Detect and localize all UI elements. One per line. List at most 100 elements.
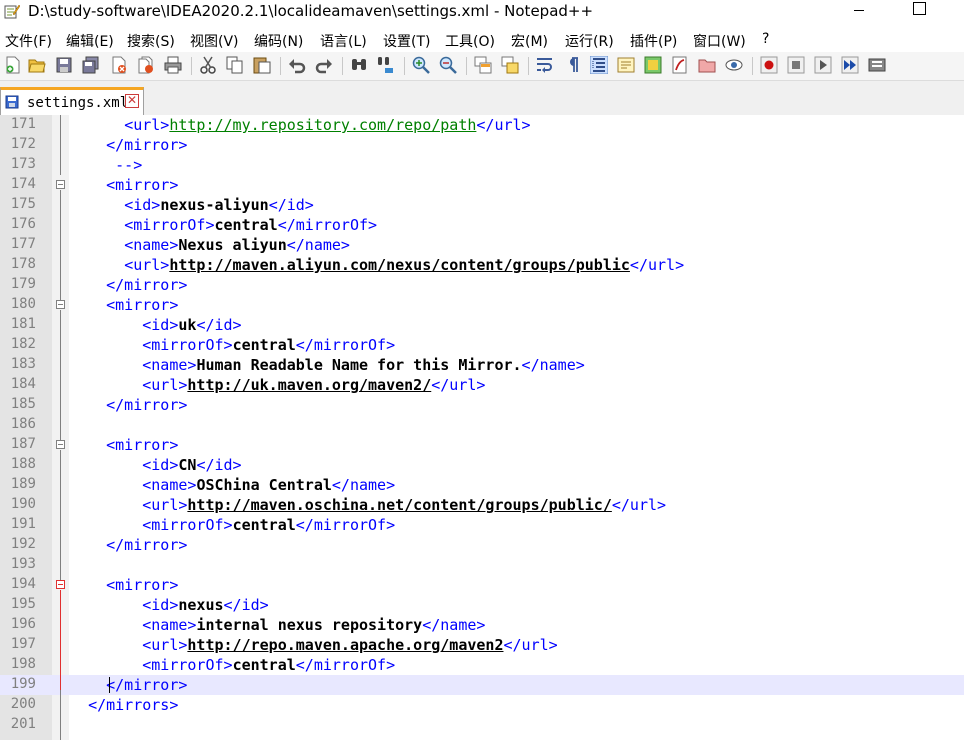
- code-line[interactable]: 197 <url>http://repo.maven.apache.org/ma…: [0, 635, 964, 655]
- code-line[interactable]: 183 <name>Human Readable Name for this M…: [0, 355, 964, 375]
- undo-icon[interactable]: [288, 56, 306, 74]
- code-line[interactable]: 173 -->: [0, 155, 964, 175]
- menu-edit[interactable]: 编辑(E): [66, 31, 114, 51]
- menu-file[interactable]: 文件(F): [5, 31, 52, 51]
- cut-icon[interactable]: [199, 56, 217, 74]
- find-icon[interactable]: [350, 56, 368, 74]
- code-line[interactable]: 193: [0, 555, 964, 575]
- menu-search[interactable]: 搜索(S): [127, 31, 175, 51]
- code-line[interactable]: 200 </mirrors>: [0, 695, 964, 715]
- sync-horizontal-icon[interactable]: [501, 56, 519, 74]
- code-line[interactable]: 178 <url>http://maven.aliyun.com/nexus/c…: [0, 255, 964, 275]
- url-link[interactable]: http://repo.maven.apache.org/maven2: [187, 636, 503, 654]
- close-all-icon[interactable]: [137, 56, 155, 74]
- menu-run[interactable]: 运行(R): [565, 31, 614, 51]
- code-line[interactable]: 199 </mirror>: [0, 675, 964, 695]
- code-line[interactable]: 192 </mirror>: [0, 535, 964, 555]
- menu-encoding[interactable]: 编码(N): [254, 31, 303, 51]
- menu-tools[interactable]: 工具(O): [445, 31, 495, 51]
- code-line[interactable]: 190 <url>http://maven.oschina.net/conten…: [0, 495, 964, 515]
- playback-icon[interactable]: [814, 56, 832, 74]
- paste-icon[interactable]: [253, 56, 271, 74]
- menu-plugins[interactable]: 插件(P): [630, 31, 677, 51]
- xml-value: internal nexus repository: [196, 616, 423, 634]
- code-line[interactable]: 196 <name>internal nexus repository</nam…: [0, 615, 964, 635]
- replace-icon[interactable]: [377, 56, 395, 74]
- save-icon[interactable]: [55, 56, 73, 74]
- zoom-in-icon[interactable]: [412, 56, 430, 74]
- code-line[interactable]: 201: [0, 715, 964, 735]
- menu-language[interactable]: 语言(L): [320, 31, 367, 51]
- new-file-icon[interactable]: [4, 56, 22, 74]
- code-text: <url>http://maven.aliyun.com/nexus/conte…: [70, 256, 684, 274]
- fold-collapse-icon[interactable]: [56, 580, 65, 589]
- code-line[interactable]: 188 <id>CN</id>: [0, 455, 964, 475]
- code-line[interactable]: 180 <mirror>: [0, 295, 964, 315]
- code-line[interactable]: 191 <mirrorOf>central</mirrorOf>: [0, 515, 964, 535]
- code-line[interactable]: 186: [0, 415, 964, 435]
- function-list-icon[interactable]: [644, 56, 662, 74]
- text-editor[interactable]: 171 <url>http://my.repository.com/repo/p…: [0, 115, 964, 740]
- code-line[interactable]: 189 <name>OSChina Central</name>: [0, 475, 964, 495]
- url-link[interactable]: http://my.repository.com/repo/path: [169, 116, 476, 134]
- tab-settings-xml[interactable]: settings.xml ✕: [0, 87, 144, 115]
- menu-macro[interactable]: 宏(M): [511, 31, 548, 51]
- redo-icon[interactable]: [315, 56, 333, 74]
- open-file-icon[interactable]: [28, 56, 46, 74]
- minimize-button[interactable]: [836, 0, 882, 26]
- close-icon[interactable]: [110, 56, 128, 74]
- code-line[interactable]: 194 <mirror>: [0, 575, 964, 595]
- menu-help[interactable]: ?: [762, 31, 769, 47]
- zoom-out-icon[interactable]: [439, 56, 457, 74]
- code-line[interactable]: 185 </mirror>: [0, 395, 964, 415]
- code-line[interactable]: 171 <url>http://my.repository.com/repo/p…: [0, 115, 964, 135]
- print-icon[interactable]: [164, 56, 182, 74]
- code-line[interactable]: 177 <name>Nexus aliyun</name>: [0, 235, 964, 255]
- line-number: 199: [10, 676, 36, 692]
- code-line[interactable]: 181 <id>uk</id>: [0, 315, 964, 335]
- save-all-icon[interactable]: [82, 56, 100, 74]
- fold-collapse-icon[interactable]: [56, 180, 65, 189]
- code-line[interactable]: 175 <id>nexus-aliyun</id>: [0, 195, 964, 215]
- stop-record-icon[interactable]: [787, 56, 805, 74]
- word-wrap-icon[interactable]: [536, 56, 554, 74]
- monitoring-icon[interactable]: [725, 56, 743, 74]
- xml-tag: <id>: [124, 196, 161, 214]
- code-line[interactable]: 187 <mirror>: [0, 435, 964, 455]
- fold-collapse-icon[interactable]: [56, 440, 65, 449]
- document-map-icon[interactable]: [617, 56, 635, 74]
- code-line[interactable]: 198 <mirrorOf>central</mirrorOf>: [0, 655, 964, 675]
- menu-window[interactable]: 窗口(W): [693, 31, 746, 51]
- run-multiple-icon[interactable]: [841, 56, 859, 74]
- fold-collapse-icon[interactable]: [56, 300, 65, 309]
- show-all-chars-icon[interactable]: [563, 56, 581, 74]
- code-line[interactable]: 195 <id>nexus</id>: [0, 595, 964, 615]
- url-link[interactable]: http://maven.aliyun.com/nexus/content/gr…: [169, 256, 630, 274]
- url-link[interactable]: http://maven.oschina.net/content/groups/…: [187, 496, 611, 514]
- xml-tag: </url>: [629, 256, 685, 274]
- maximize-button[interactable]: [896, 0, 942, 26]
- record-macro-icon[interactable]: [760, 56, 778, 74]
- copy-icon[interactable]: [226, 56, 244, 74]
- code-line[interactable]: 174 <mirror>: [0, 175, 964, 195]
- tab-close-icon[interactable]: ✕: [125, 94, 139, 108]
- xml-value: central: [232, 516, 296, 534]
- code-line[interactable]: 182 <mirrorOf>central</mirrorOf>: [0, 335, 964, 355]
- xml-tag: </name>: [422, 616, 486, 634]
- xml-tag: <url>: [124, 256, 170, 274]
- code-line[interactable]: 179 </mirror>: [0, 275, 964, 295]
- menu-view[interactable]: 视图(V): [190, 31, 239, 51]
- tab-bar: settings.xml ✕: [0, 81, 964, 116]
- code-line[interactable]: 176 <mirrorOf>central</mirrorOf>: [0, 215, 964, 235]
- folder-as-workspace-icon[interactable]: [698, 56, 716, 74]
- menu-settings[interactable]: 设置(T): [383, 31, 430, 51]
- sync-vertical-icon[interactable]: [474, 56, 492, 74]
- code-line[interactable]: 172 </mirror>: [0, 135, 964, 155]
- folder-workspace-icon[interactable]: [671, 56, 689, 74]
- url-link[interactable]: http://uk.maven.org/maven2/: [187, 376, 431, 394]
- indent-guide-icon[interactable]: [590, 56, 608, 74]
- code-text: <name>Nexus aliyun</name>: [70, 236, 350, 254]
- save-macro-icon[interactable]: [868, 56, 886, 74]
- code-line[interactable]: 184 <url>http://uk.maven.org/maven2/</ur…: [0, 375, 964, 395]
